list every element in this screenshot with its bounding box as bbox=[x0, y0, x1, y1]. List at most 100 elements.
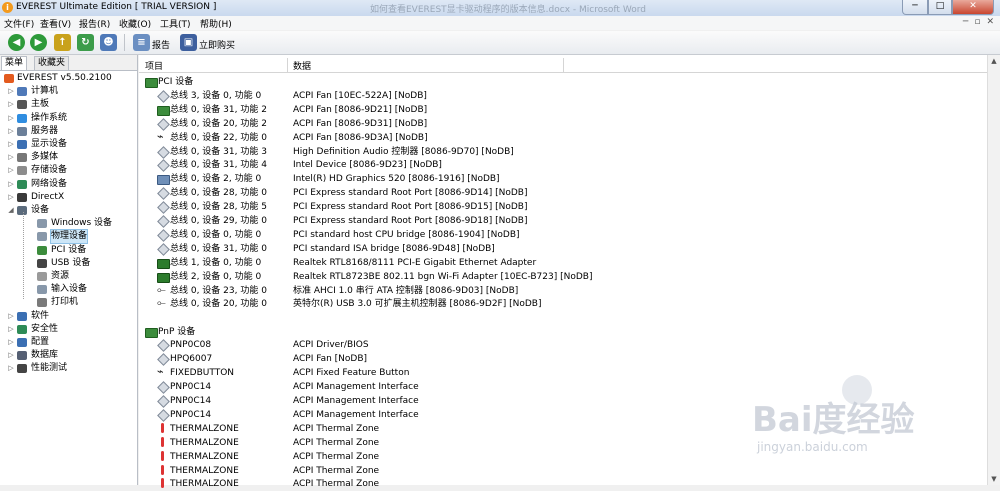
sidebar-item[interactable]: ▷ 性能测试 bbox=[0, 362, 137, 375]
report-button[interactable]: 报告 bbox=[152, 38, 170, 51]
menu-report[interactable]: 报告(R) bbox=[79, 17, 110, 30]
menu-favorites[interactable]: 收藏(O) bbox=[119, 17, 151, 30]
expand-arrow-icon[interactable]: ▷ bbox=[7, 191, 15, 204]
list-item[interactable]: THERMALZONE ACPI Thermal Zone bbox=[139, 477, 839, 491]
menu-view[interactable]: 查看(V) bbox=[40, 17, 71, 30]
sidebar-item[interactable]: ▷ 安全性 bbox=[0, 323, 137, 336]
vertical-scrollbar[interactable]: ▲ ▼ bbox=[987, 55, 1000, 485]
forward-arrow-icon[interactable]: ▶ bbox=[30, 34, 47, 51]
minimize-button[interactable]: ─ bbox=[902, 0, 928, 15]
sidebar-item[interactable]: ▷ 配置 bbox=[0, 336, 137, 349]
sidebar-item[interactable]: USB 设备 bbox=[0, 257, 137, 270]
collapse-arrow-icon[interactable]: ◢ bbox=[7, 204, 15, 217]
sidebar-item[interactable]: ▷ 服务器 bbox=[0, 125, 137, 138]
background-window-title: 如何查看EVEREST显卡驱动程序的版本信息.docx - Microsoft … bbox=[370, 5, 646, 15]
list-item[interactable]: 总线 0, 设备 20, 功能 2 ACPI Fan [8086-9D31] [N… bbox=[139, 117, 839, 131]
expand-arrow-icon[interactable]: ▷ bbox=[7, 98, 15, 111]
column-data-header[interactable]: 数据 bbox=[293, 59, 311, 72]
list-item[interactable]: 总线 0, 设备 28, 功能 5 PCI Express standard Ro… bbox=[139, 200, 839, 214]
expand-arrow-icon[interactable]: ▷ bbox=[7, 323, 15, 336]
sidebar-item[interactable]: ▷ 数据库 bbox=[0, 349, 137, 362]
list-item[interactable]: THERMALZONE ACPI Thermal Zone bbox=[139, 450, 839, 464]
sidebar-item[interactable]: ▷ DirectX bbox=[0, 191, 137, 204]
sidebar-item[interactable]: 打印机 bbox=[0, 296, 137, 309]
expand-arrow-icon[interactable]: ▷ bbox=[7, 362, 15, 375]
refresh-icon[interactable]: ↻ bbox=[77, 34, 94, 51]
sidebar-item[interactable]: 物理设备 bbox=[0, 229, 137, 244]
list-item[interactable]: 总线 0, 设备 31, 功能 0 PCI standard ISA bridge… bbox=[139, 242, 839, 256]
list-item[interactable]: PNP0C14 ACPI Management Interface bbox=[139, 408, 839, 422]
maximize-button[interactable]: □ bbox=[928, 0, 952, 15]
scroll-up-icon[interactable]: ▲ bbox=[988, 55, 1000, 67]
list-item[interactable]: THERMALZONE ACPI Thermal Zone bbox=[139, 464, 839, 478]
expand-arrow-icon[interactable]: ▷ bbox=[7, 151, 15, 164]
list-item[interactable]: 总线 0, 设备 29, 功能 0 PCI Express standard Ro… bbox=[139, 214, 839, 228]
expand-arrow-icon[interactable]: ▷ bbox=[7, 310, 15, 323]
scroll-down-icon[interactable]: ▼ bbox=[988, 473, 1000, 485]
list-item[interactable]: 总线 0, 设备 31, 功能 3 High Definition Audio 控… bbox=[139, 145, 839, 159]
list-item[interactable]: PNP0C14 ACPI Management Interface bbox=[139, 394, 839, 408]
mdi-close-button[interactable]: ✕ bbox=[986, 17, 994, 27]
list-item[interactable]: PNP0C14 ACPI Management Interface bbox=[139, 380, 839, 394]
sidebar-item[interactable]: ▷ 网络设备 bbox=[0, 178, 137, 191]
list-item[interactable]: 总线 0, 设备 23, 功能 0 标准 AHCI 1.0 串行 ATA 控制器 … bbox=[139, 283, 839, 298]
list-item[interactable]: 总线 3, 设备 0, 功能 0 ACPI Fan [10EC-522A] [No… bbox=[139, 89, 839, 103]
expand-arrow-icon[interactable]: ▷ bbox=[7, 85, 15, 98]
sidebar-item[interactable]: ▷ 存储设备 bbox=[0, 164, 137, 177]
list-item[interactable]: FIXEDBUTTON ACPI Fixed Feature Button bbox=[139, 365, 839, 380]
list-item[interactable]: 总线 0, 设备 0, 功能 0 PCI standard host CPU br… bbox=[139, 228, 839, 242]
sidebar-item[interactable]: ▷ 操作系统 bbox=[0, 112, 137, 125]
list-item[interactable]: HPQ6007 ACPI Fan [NoDB] bbox=[139, 352, 839, 366]
sidebar-item[interactable]: EVEREST v5.50.2100 bbox=[0, 72, 137, 85]
sidebar-item[interactable]: 输入设备 bbox=[0, 283, 137, 296]
expand-arrow-icon[interactable]: ▷ bbox=[7, 178, 15, 191]
report-icon[interactable]: ≡ bbox=[133, 34, 150, 51]
list-item[interactable]: 总线 0, 设备 2, 功能 0 Intel(R) HD Graphics 520… bbox=[139, 172, 839, 186]
sidebar-item[interactable]: Windows 设备 bbox=[0, 217, 137, 230]
item-value: PCI Express standard Root Port [8086-9D1… bbox=[293, 216, 528, 226]
menu-help[interactable]: 帮助(H) bbox=[200, 17, 232, 30]
buy-icon[interactable]: ▣ bbox=[180, 34, 197, 51]
column-divider[interactable] bbox=[563, 58, 564, 72]
sidebar-item[interactable]: ▷ 显示设备 bbox=[0, 138, 137, 151]
menu-file[interactable]: 文件(F) bbox=[4, 17, 34, 30]
sidebar-item[interactable]: ◢ 设备 bbox=[0, 204, 137, 217]
column-divider[interactable] bbox=[287, 58, 288, 72]
tab-menu[interactable]: 菜单 bbox=[1, 56, 28, 70]
tree-connector-line bbox=[23, 212, 24, 299]
expand-arrow-icon[interactable]: ▷ bbox=[7, 112, 15, 125]
sidebar-item[interactable]: ▷ 计算机 bbox=[0, 85, 137, 98]
list-item[interactable]: THERMALZONE ACPI Thermal Zone bbox=[139, 436, 839, 450]
sidebar-item[interactable]: ▷ 主板 bbox=[0, 98, 137, 111]
column-item-header[interactable]: 项目 bbox=[145, 59, 163, 72]
expand-arrow-icon[interactable]: ▷ bbox=[7, 336, 15, 349]
expand-arrow-icon[interactable]: ▷ bbox=[7, 164, 15, 177]
mdi-restore-button[interactable]: ▫ bbox=[974, 17, 980, 27]
list-item[interactable]: 总线 0, 设备 28, 功能 0 PCI Express standard Ro… bbox=[139, 186, 839, 200]
expand-arrow-icon[interactable]: ▷ bbox=[7, 349, 15, 362]
tab-favorites[interactable]: 收藏夹 bbox=[34, 56, 70, 70]
sidebar-item[interactable]: ▷ 软件 bbox=[0, 310, 137, 323]
expand-arrow-icon[interactable]: ▷ bbox=[7, 125, 15, 138]
usb-icon bbox=[37, 259, 47, 268]
list-item[interactable]: 总线 1, 设备 0, 功能 0 Realtek RTL8168/8111 PCI… bbox=[139, 256, 839, 270]
mdi-minimize-button[interactable]: ─ bbox=[963, 17, 968, 27]
up-arrow-icon[interactable]: ↑ bbox=[54, 34, 71, 51]
back-arrow-icon[interactable]: ◀ bbox=[8, 34, 25, 51]
close-button[interactable]: ✕ bbox=[952, 0, 994, 15]
users-icon[interactable]: ☻ bbox=[100, 34, 117, 51]
list-item[interactable]: 总线 2, 设备 0, 功能 0 Realtek RTL8723BE 802.11… bbox=[139, 270, 839, 284]
menu-tools[interactable]: 工具(T) bbox=[160, 17, 191, 30]
sidebar-item[interactable]: PCI 设备 bbox=[0, 244, 137, 257]
list-item[interactable]: THERMALZONE ACPI Thermal Zone bbox=[139, 422, 839, 436]
sidebar-item[interactable]: ▷ 多媒体 bbox=[0, 151, 137, 164]
list-item[interactable]: 总线 0, 设备 22, 功能 0 ACPI Fan [8086-9D3A] [N… bbox=[139, 130, 839, 145]
list-item[interactable]: 总线 0, 设备 20, 功能 0 英特尔(R) USB 3.0 可扩展主机控制器… bbox=[139, 296, 839, 311]
sidebar-item[interactable]: 资源 bbox=[0, 270, 137, 283]
list-item[interactable]: 总线 0, 设备 31, 功能 2 ACPI Fan [8086-9D21] [N… bbox=[139, 103, 839, 117]
list-header: 项目 数据 bbox=[139, 58, 987, 73]
buy-now-button[interactable]: 立即购买 bbox=[199, 38, 235, 51]
list-item[interactable]: PNP0C08 ACPI Driver/BIOS bbox=[139, 338, 839, 352]
expand-arrow-icon[interactable]: ▷ bbox=[7, 138, 15, 151]
list-item[interactable]: 总线 0, 设备 31, 功能 4 Intel Device [8086-9D23… bbox=[139, 158, 839, 172]
